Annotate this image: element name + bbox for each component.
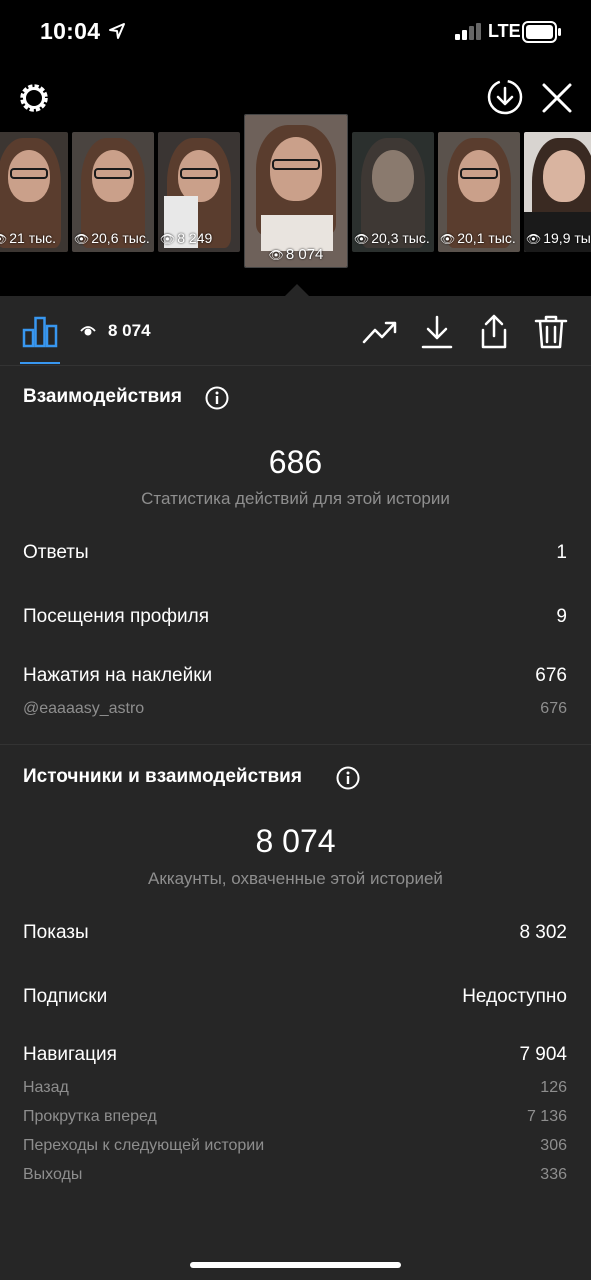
replies-label: Ответы [23,542,89,563]
network-label: LTE [488,21,521,41]
location-arrow-icon [109,23,125,39]
eye-icon: 👁 [268,248,284,262]
story-views: 👁 20,6 тыс. [74,230,150,246]
action-bar: 8 074 [0,296,591,366]
section-divider [0,744,591,745]
story-thumbnail[interactable]: 👁 20,1 тыс. [438,132,520,252]
insights-panel: 8 074 Взаимодействия 686 Статистика дейс… [0,296,591,1280]
profile-visits-label: Посещения профиля [23,606,209,627]
forward-label: Прокрутка вперед [23,1108,157,1125]
story-views: 👁 8 249 [160,230,213,246]
next-story-label: Переходы к следующей истории [23,1137,265,1154]
profile-visits-value: 9 [556,606,567,627]
share-icon[interactable] [476,314,512,350]
interactions-subtitle: Статистика действий для этой истории [141,489,450,508]
signal-icon [455,23,481,40]
next-story-value: 306 [540,1137,567,1154]
delete-trash-icon[interactable] [533,314,569,350]
story-views: 👁 20,3 тыс. [354,230,430,246]
story-views: 👁19,9 тыс. [526,230,591,246]
sticker-mention-label[interactable]: @eaaaasy_astro [23,700,144,718]
story-thumbnail[interactable]: 👁 8 249 [158,132,240,252]
story-views: 👁 20,1 тыс. [440,230,516,246]
story-thumbnail[interactable]: 👁 20,6 тыс. [72,132,154,252]
back-value: 126 [540,1079,567,1096]
view-count: 8 074 [108,321,151,340]
settings-gear-icon[interactable] [16,80,52,116]
promote-trend-icon[interactable] [362,314,398,350]
back-label: Назад [23,1079,69,1096]
impressions-label: Показы [23,922,89,943]
story-thumbnail[interactable]: 👁21 тыс. [0,132,68,252]
eye-icon: 👁 [526,232,542,246]
sticker-mention-value: 676 [540,700,567,717]
home-indicator[interactable] [190,1262,401,1268]
status-time: 10:04 [40,18,101,44]
navigation-label: Навигация [23,1044,117,1065]
follows-value: Недоступно [462,986,567,1007]
info-icon[interactable] [336,766,360,790]
status-bar: 10:04 LTE [0,0,591,64]
eye-icon: 👁 [0,232,7,246]
sticker-taps-value: 676 [535,665,567,686]
replies-value: 1 [556,542,567,563]
exits-label: Выходы [23,1166,83,1183]
story-thumbnail[interactable]: 👁 20,3 тыс. [352,132,434,252]
eye-icon: 👁 [74,232,90,246]
impressions-value: 8 302 [519,922,567,943]
discovery-title: Источники и взаимодействия [23,766,302,787]
reach-subtitle: Аккаунты, охваченные этой историей [148,869,443,888]
eye-icon: 👁 [440,232,456,246]
eye-icon: 👁 [354,232,370,246]
story-strip[interactable]: 👁21 тыс. 👁20,6 тыс. 👁8 249 👁8 074 👁20,3 … [0,114,591,298]
sticker-taps-label: Нажатия на наклейки [23,665,213,686]
reach-total: 8 074 [255,823,336,859]
download-icon[interactable] [419,314,455,350]
views-eye-icon [80,326,96,336]
story-views: 👁 8 074 [268,246,324,263]
story-views: 👁21 тыс. [0,230,56,246]
forward-value: 7 136 [526,1108,567,1125]
info-icon[interactable] [205,386,229,410]
interactions-title: Взаимодействия [23,386,182,407]
interactions-total: 686 [268,444,323,480]
exits-value: 336 [540,1166,567,1183]
insights-chart-icon[interactable] [22,314,58,348]
battery-icon [522,21,561,43]
close-icon[interactable] [541,82,573,114]
eye-icon: 👁 [160,232,176,246]
follows-label: Подписки [23,986,108,1007]
active-tab-indicator [20,362,60,364]
story-thumbnail-selected[interactable]: 👁 8 074 [244,114,348,268]
navigation-value: 7 904 [519,1044,567,1065]
story-thumbnail[interactable]: 👁19,9 тыс. [524,132,591,252]
save-story-icon[interactable] [486,78,524,116]
